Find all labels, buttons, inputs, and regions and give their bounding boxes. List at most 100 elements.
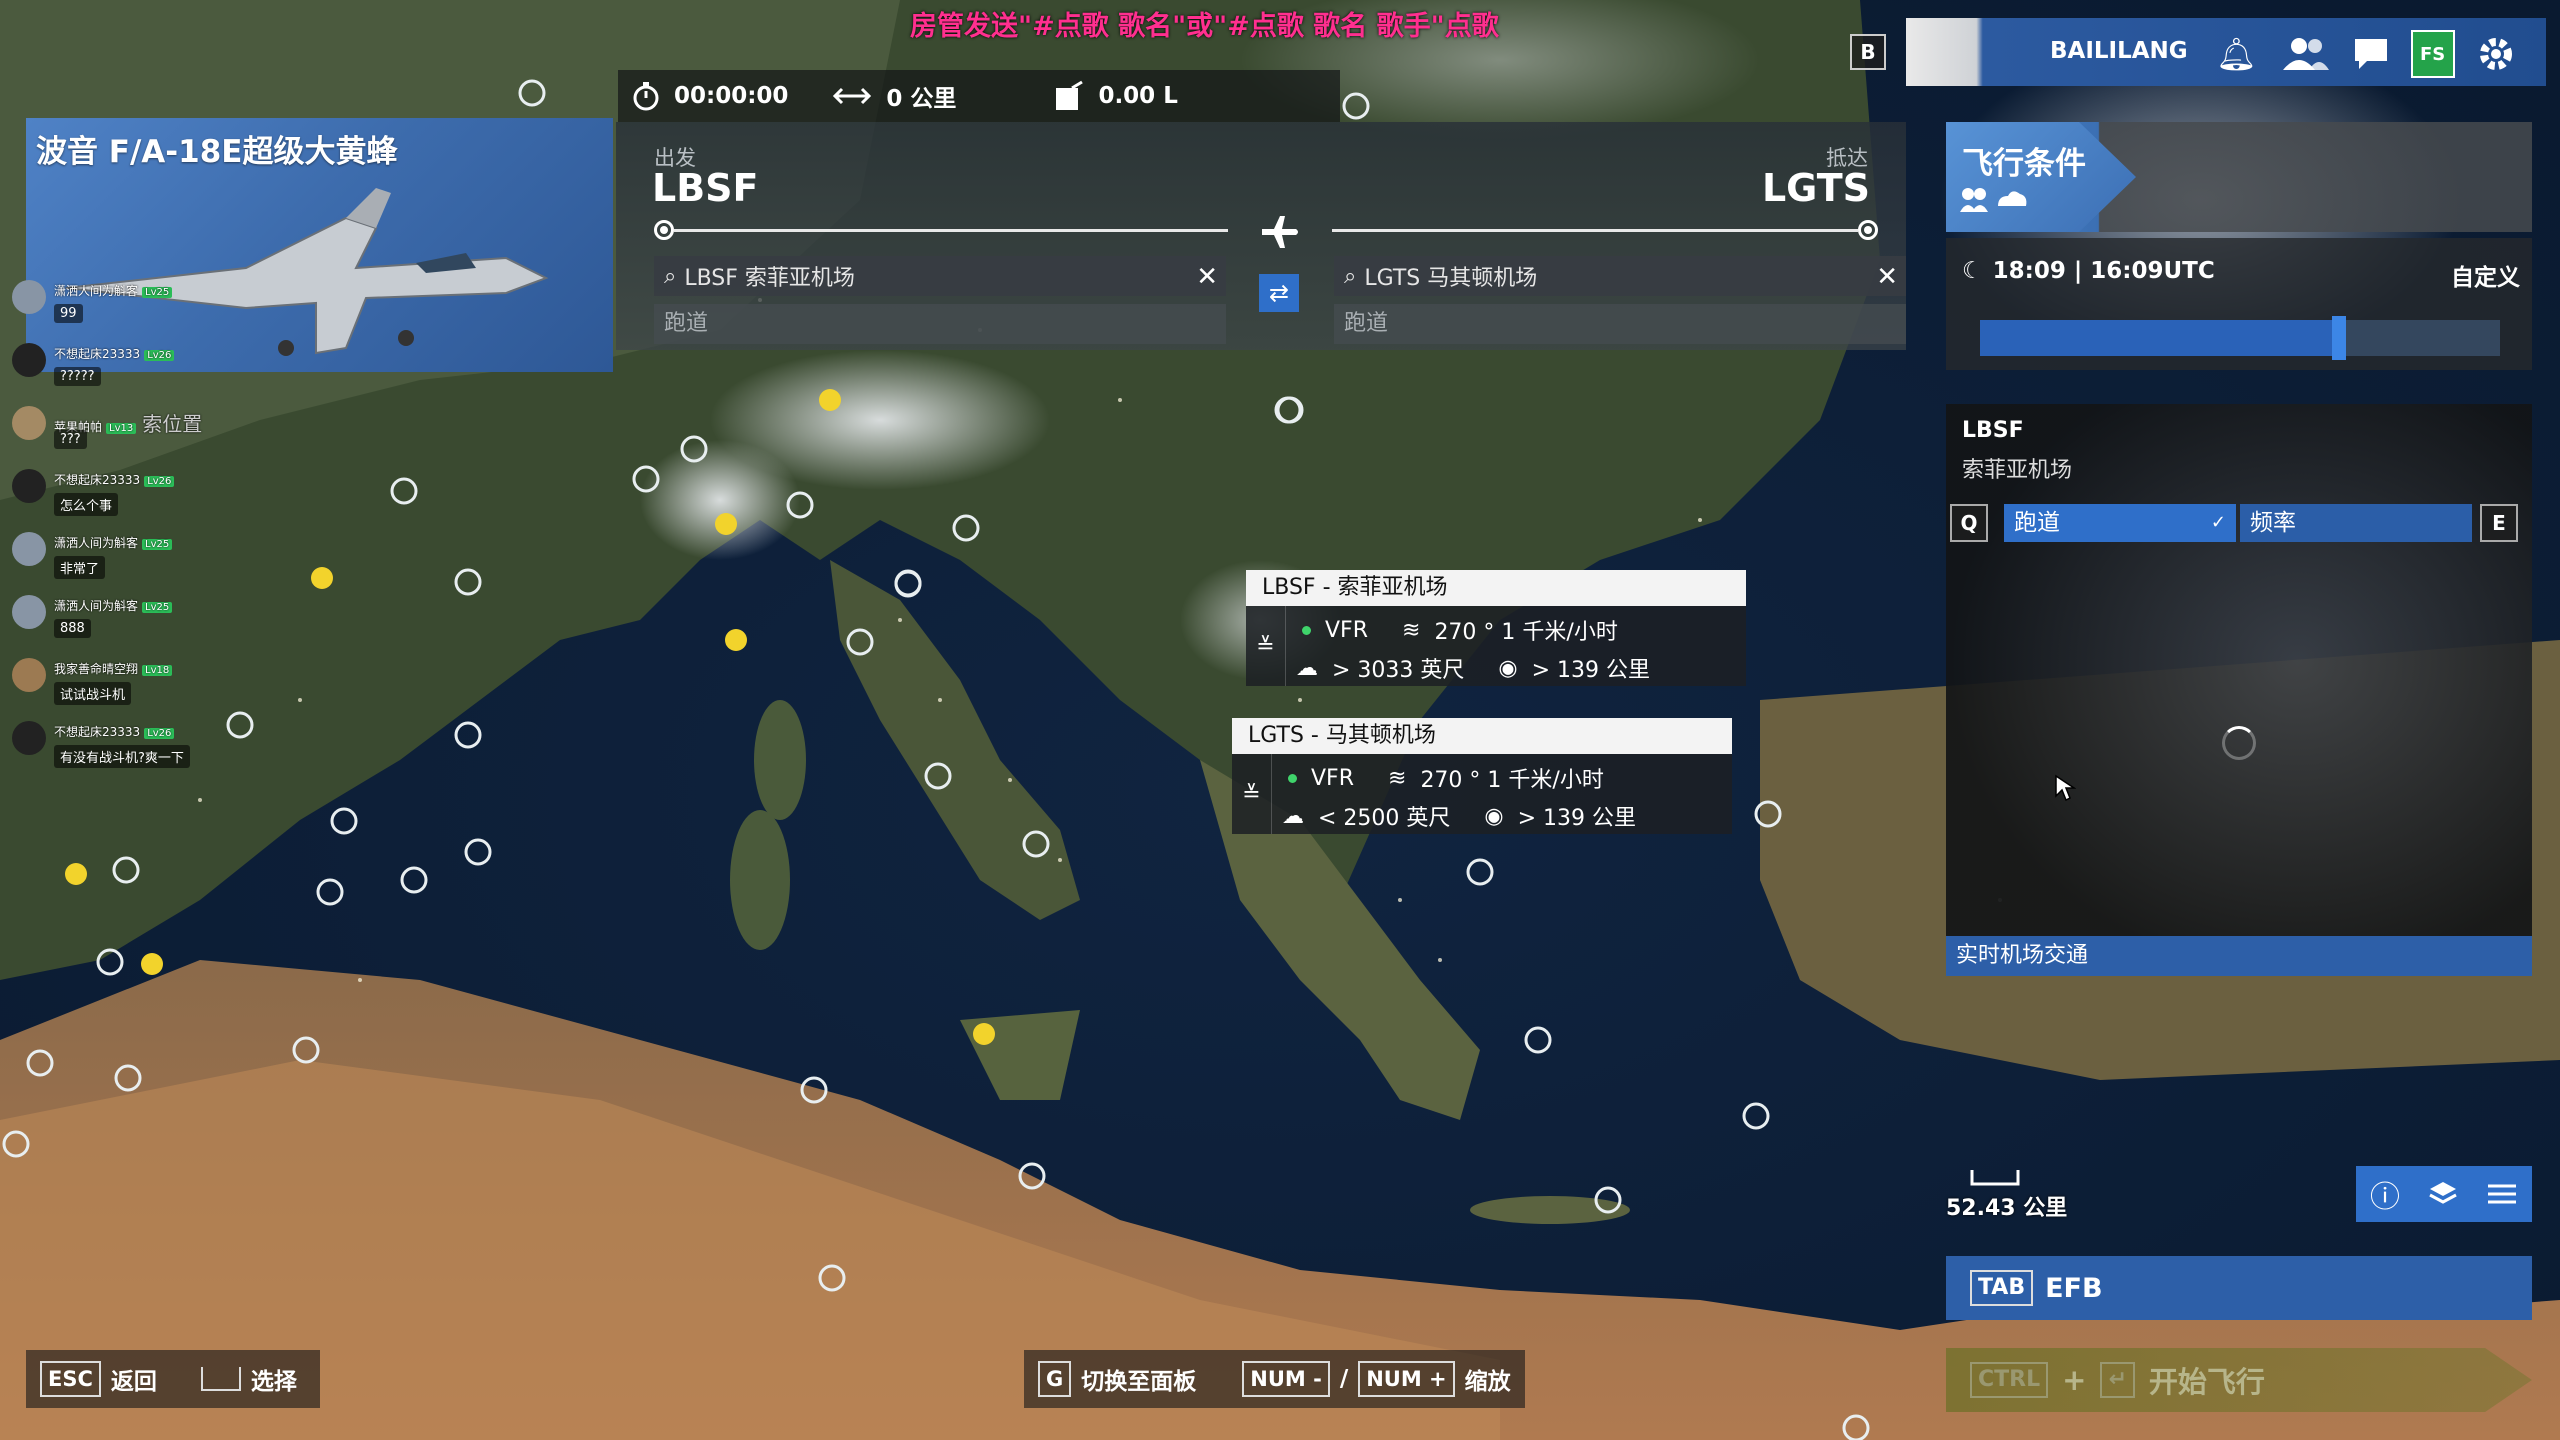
notification-bell-icon[interactable]: 🔔︎ bbox=[2216, 35, 2257, 73]
start-flight-label: 开始飞行 bbox=[2148, 1365, 2265, 1399]
chat-avatar bbox=[12, 721, 46, 755]
select-label[interactable]: 选择 bbox=[251, 1362, 297, 1396]
account-bar: BAILILANG 🔔︎ FS bbox=[1906, 18, 2546, 86]
chat-bubble-icon[interactable] bbox=[2353, 37, 2389, 71]
wind-value: 270 ° 1 千米/小时 bbox=[1420, 768, 1604, 793]
gear-icon[interactable] bbox=[2477, 35, 2515, 73]
chat-text: ??? bbox=[54, 430, 87, 449]
username[interactable]: BAILILANG bbox=[2050, 38, 2188, 64]
chat-username: 潇洒人间为斛客 bbox=[54, 599, 139, 613]
q-key-hint[interactable]: Q bbox=[1950, 504, 1988, 542]
loading-spinner-icon bbox=[2222, 726, 2256, 760]
departure-runway-select[interactable]: 跑道 bbox=[654, 304, 1226, 344]
clear-departure-close-icon[interactable]: ✕ bbox=[1196, 262, 1218, 292]
airport-code: LBSF bbox=[1962, 418, 2024, 443]
spacebar-key-icon[interactable] bbox=[200, 1367, 241, 1391]
bottom-left-hints: ESC 返回 选择 bbox=[26, 1350, 320, 1408]
live-chat-overlay: 潇洒人间为斛客 Lv25 99 不想起床23333 Lv26 ????? 苹果帕帕 L… bbox=[10, 278, 240, 782]
route-panel: 出发 LBSF 抵达 LGTS ⌕ LBSF 索菲亚机场 ✕ 跑道 ⇄ ⌕ LG… bbox=[616, 122, 1906, 350]
time-value: 18:09 | 16:09UTC bbox=[1992, 258, 2215, 284]
arrival-runway-select[interactable]: 跑道 bbox=[1334, 304, 1906, 344]
start-flight-button[interactable]: CTRL + ↵ 开始飞行 bbox=[1946, 1348, 2532, 1412]
chat-text: 非常了 bbox=[54, 556, 106, 579]
visibility-value: > 139 公里 bbox=[1517, 806, 1637, 831]
arrival-search-value: LGTS 马其顿机场 bbox=[1364, 266, 1538, 291]
filter-sliders-icon[interactable] bbox=[2486, 1181, 2518, 1207]
chat-message: 潇洒人间为斛客 Lv25 888 bbox=[10, 593, 240, 656]
zoom-label[interactable]: 缩放 bbox=[1465, 1362, 1511, 1396]
flight-rule: VFR bbox=[1325, 617, 1368, 643]
swap-route-button[interactable]: ⇄ bbox=[1259, 274, 1299, 312]
esc-key-hint[interactable]: ESC bbox=[40, 1361, 101, 1397]
chat-level-badge: Lv26 bbox=[144, 350, 175, 361]
departure-search-input[interactable]: ⌕ LBSF 索菲亚机场 ✕ bbox=[654, 256, 1226, 296]
cloud-icon: ☁ bbox=[1296, 655, 1318, 681]
chat-username: 潇洒人间为斛客 bbox=[54, 536, 139, 550]
marketplace-bag-icon[interactable]: FS bbox=[2410, 30, 2455, 78]
stream-song-request-banner: 房管发送"#点歌 歌名"或"#点歌 歌名 歌手"点歌 bbox=[910, 11, 1499, 42]
airplane-icon bbox=[1262, 216, 1298, 248]
chat-level-badge: Lv26 bbox=[144, 728, 175, 739]
airport-name: 索菲亚机场 bbox=[1962, 458, 2073, 483]
fuel-value: 0.00 L bbox=[1098, 83, 1178, 109]
elapsed-time-value: 00:00:00 bbox=[674, 83, 789, 109]
vfr-status-dot bbox=[1288, 773, 1297, 783]
live-airport-traffic-toggle[interactable]: 实时机场交通 bbox=[1946, 936, 2532, 976]
chat-avatar bbox=[12, 595, 46, 629]
eye-icon: ◉ bbox=[1484, 803, 1504, 829]
arrival-weather-popup[interactable]: LGTS - 马其顿机场 ≚ VFR ≋ 270 ° 1 千米/小时 ☁ < 2… bbox=[1232, 718, 1732, 834]
chat-level-badge: Lv25 bbox=[142, 539, 173, 550]
e-key-hint[interactable]: E bbox=[2480, 504, 2518, 542]
efb-button[interactable]: TAB EFB bbox=[1946, 1256, 2532, 1320]
chat-avatar bbox=[12, 532, 46, 566]
moon-icon: ☾ bbox=[1962, 258, 1983, 284]
tab-frequency[interactable]: 频率 bbox=[2240, 504, 2472, 542]
elapsed-time-stat: 00:00:00 bbox=[632, 81, 788, 111]
weather-popup-title: LGTS - 马其顿机场 bbox=[1232, 718, 1732, 754]
chat-message: 我家善命晴空翔 Lv18 试试战斗机 bbox=[10, 656, 240, 719]
chat-level-badge: Lv25 bbox=[142, 602, 173, 613]
time-slider[interactable] bbox=[1980, 316, 2500, 360]
time-slider-fill bbox=[1980, 320, 2339, 356]
enter-key-icon: ↵ bbox=[2100, 1362, 2135, 1398]
chat-message: 潇洒人间为斛客 Lv25 99 bbox=[10, 278, 240, 341]
vfr-status-dot bbox=[1302, 625, 1311, 635]
ctrl-key-hint: CTRL bbox=[1970, 1362, 2049, 1398]
chat-message: 苹果帕帕 Lv13 索位置 ??? bbox=[10, 404, 240, 467]
num-plus-key-hint[interactable]: NUM + bbox=[1358, 1361, 1455, 1397]
toggle-panel-label[interactable]: 切换至面板 bbox=[1081, 1362, 1196, 1396]
swap-arrows-icon: ⇄ bbox=[1268, 279, 1290, 307]
flight-stats-bar: 00:00:00 0 公里 0.00 L bbox=[618, 70, 1340, 122]
arrival-search-input[interactable]: ⌕ LGTS 马其顿机场 ✕ bbox=[1334, 256, 1906, 296]
slash-separator: / bbox=[1339, 1366, 1349, 1392]
airport-info-panel: LBSF 索菲亚机场 Q 跑道 ✓ 频率 E 实时机场交通 bbox=[1946, 404, 2532, 976]
b-key-hint[interactable]: B bbox=[1850, 34, 1886, 70]
flight-rule: VFR bbox=[1311, 765, 1354, 791]
chat-username: 不想起床23333 bbox=[54, 725, 141, 739]
g-key-hint[interactable]: G bbox=[1038, 1361, 1072, 1397]
friends-icon[interactable] bbox=[2279, 36, 2331, 72]
tab-runway[interactable]: 跑道 ✓ bbox=[2004, 504, 2236, 542]
flight-conditions-title: 飞行条件 bbox=[1962, 146, 2086, 182]
tab-key-hint: TAB bbox=[1970, 1270, 2034, 1306]
arrival-marker bbox=[1858, 220, 1878, 240]
chat-message: 潇洒人间为斛客 Lv25 非常了 bbox=[10, 530, 240, 593]
chat-username: 我家善命晴空翔 bbox=[54, 662, 139, 676]
departure-weather-popup[interactable]: LBSF - 索菲亚机场 ≚ VFR ≋ 270 ° 1 千米/小时 ☁ > 3… bbox=[1246, 570, 1746, 686]
time-slider-handle[interactable] bbox=[2331, 316, 2346, 360]
info-icon[interactable]: ⓘ bbox=[2370, 1172, 2400, 1216]
runway-icon: ≚ bbox=[1246, 606, 1286, 686]
num-minus-key-hint[interactable]: NUM - bbox=[1242, 1361, 1330, 1397]
clear-arrival-close-icon[interactable]: ✕ bbox=[1876, 262, 1898, 292]
custom-preset-label[interactable]: 自定义 bbox=[2451, 258, 2520, 292]
visibility-value: > 139 公里 bbox=[1531, 658, 1651, 683]
wind-icon: ≋ bbox=[1388, 765, 1407, 791]
chat-avatar bbox=[12, 658, 46, 692]
wind-value: 270 ° 1 千米/小时 bbox=[1434, 620, 1618, 645]
distance-stat: 0 公里 bbox=[832, 79, 956, 113]
back-label[interactable]: 返回 bbox=[111, 1362, 157, 1396]
check-icon: ✓ bbox=[2210, 512, 2226, 533]
chat-username: 不想起床23333 bbox=[54, 347, 141, 361]
layers-icon[interactable] bbox=[2428, 1179, 2458, 1209]
chat-avatar bbox=[12, 469, 46, 503]
